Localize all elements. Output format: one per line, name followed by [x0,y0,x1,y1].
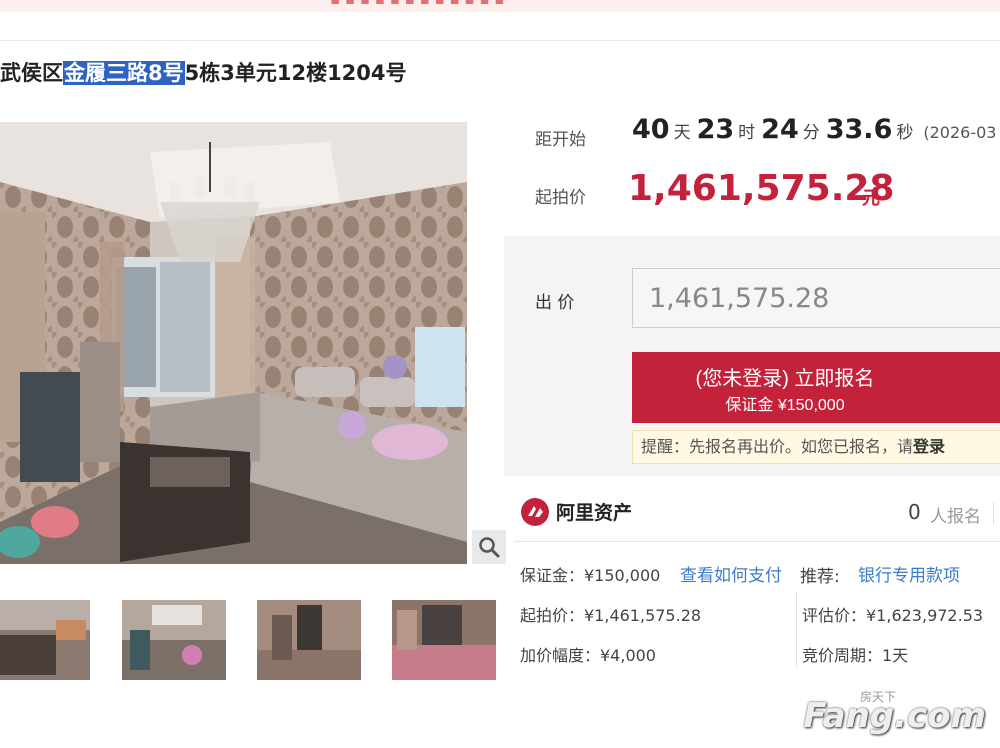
countdown-days: 40 [632,114,670,145]
countdown-seconds: 33.6 [825,114,893,145]
thumbnail-3[interactable] [257,600,361,680]
divider [796,592,797,668]
provider-name: 阿里资产 [556,502,633,524]
magnifier-icon [479,537,500,558]
thumbnail-1[interactable] [0,600,90,680]
period-info: 竞价周期：1天 [802,646,909,665]
title-highlight: 金履三路8号 [63,61,185,85]
countdown-hours: 23 [696,114,735,145]
fang-watermark: 房天下 Fang.com [803,690,986,736]
appraisal-info: 评估价：¥1,623,972.53 [802,606,984,625]
top-banner: ▪ ▪ ▪ ▪ ▪ ▪ ▪ ▪ ▪ ▪ ▪ ▪ [0,0,1000,12]
divider [993,502,994,524]
zoom-button[interactable] [472,530,506,564]
bid-label: 出 价 [535,293,575,313]
increment-info: 加价幅度：¥4,000 [520,646,656,665]
registrant-count: 0 [908,500,921,524]
property-title: 武侯区金履三路8号5栋3单元12楼1204号 [0,61,407,85]
ali-assets-logo-icon [521,498,549,526]
main-photo[interactable] [0,122,467,564]
thumbnail-4[interactable] [392,600,496,680]
login-reminder: 提醒：先报名再出价。如您已报名，请登录 [632,430,1000,464]
enroll-button[interactable]: (您未登录) 立即报名 保证金 ¥150,000 [632,352,1000,423]
thumbnail-2[interactable] [122,600,226,680]
deposit-info: 保证金：¥150,000 [520,566,661,585]
countdown: 40 天 23 时 24 分 33.6 秒 (2026-03 [632,114,997,145]
start-price-value: 1,461,575.28 [628,168,895,209]
currency-unit: 元 [862,188,880,209]
countdown-minutes: 24 [761,114,799,145]
how-to-pay-link[interactable]: 查看如何支付 [680,561,782,586]
divider [0,40,1000,41]
recommend-label: 推荐: [800,567,840,587]
countdown-label: 距开始 [535,130,586,150]
bid-input[interactable] [632,268,1000,328]
divider [514,541,1000,542]
bank-account-link[interactable]: 银行专用款项 [858,561,960,586]
login-link[interactable]: 登录 [913,437,945,456]
start-date: (2026-03 [923,123,997,142]
start-price-label: 起拍价 [535,188,586,208]
start-price-info: 起拍价：¥1,461,575.28 [520,606,702,625]
registrant-label: 人报名 [930,507,981,527]
